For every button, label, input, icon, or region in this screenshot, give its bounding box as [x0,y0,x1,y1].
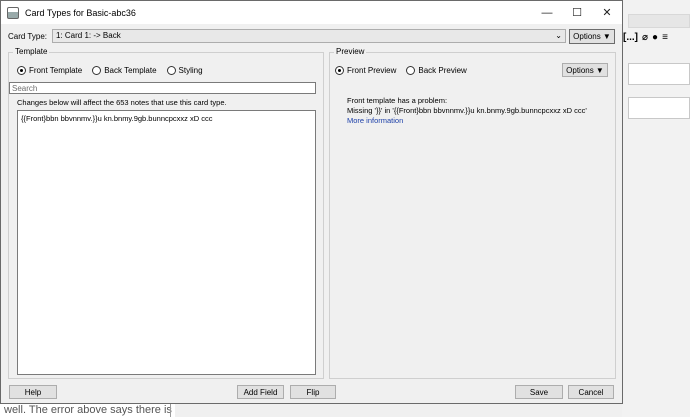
radio-back-template[interactable]: Back Template [92,66,157,75]
preview-options-button[interactable]: Options ▼ [562,63,608,77]
close-button[interactable]: ✕ [592,1,622,24]
save-button[interactable]: Save [515,385,563,399]
background-toolbar: [...] ⌀ ● ≡ [623,32,668,43]
help-button[interactable]: Help [9,385,57,399]
search-input[interactable] [9,82,316,94]
window-controls: — ☐ ✕ [532,1,622,24]
minimize-button[interactable]: — [532,1,562,24]
add-field-button[interactable]: Add Field [237,385,284,399]
background-field-2[interactable] [628,97,690,119]
radio-dot [92,66,102,75]
background-divider [170,404,171,417]
maximize-button[interactable]: ☐ [562,1,592,24]
window-title: Card Types for Basic-abc36 [25,7,136,18]
cancel-button[interactable]: Cancel [568,385,614,399]
preview-group-label: Preview [334,47,367,56]
flip-button[interactable]: Flip [290,385,336,399]
card-type-row: Card Type: 1: Card 1: -> Back ⌄ [8,29,615,45]
background-post-text: well. The error above says there is [0,404,175,417]
template-radio-group: Front Template Back Template Styling [17,66,203,75]
title-bar: Card Types for Basic-abc36 — ☐ ✕ [1,1,622,24]
radio-front-template[interactable]: Front Template [17,66,82,75]
card-type-value: 1: Card 1: -> Back [56,31,121,40]
radio-dot [406,66,416,75]
more-information-link[interactable]: More information [347,116,587,126]
card-type-options-button[interactable]: Options ▼ [569,29,615,44]
radio-dot [166,66,176,75]
radio-front-preview[interactable]: Front Preview [335,66,396,75]
preview-content: Front template has a problem: Missing '}… [347,96,587,126]
radio-label: Front Preview [347,66,397,75]
link-icon[interactable]: ⌀ [642,32,648,43]
radio-dot [17,66,26,75]
radio-label: Front Template [29,66,83,75]
preview-radio-group: Front Preview Back Preview [335,66,467,75]
chevron-down-icon: ⌄ [555,31,562,40]
radio-label: Styling [178,66,203,75]
radio-back-preview[interactable]: Back Preview [406,66,467,75]
template-group-label: Template [13,47,50,56]
card-type-label: Card Type: [8,32,47,41]
card-type-select[interactable]: 1: Card 1: -> Back ⌄ [52,29,566,43]
menu-icon[interactable]: ≡ [662,32,668,43]
radio-dot [335,66,344,75]
background-field-1[interactable] [628,63,690,85]
radio-styling[interactable]: Styling [166,66,203,75]
microphone-icon[interactable]: ● [652,32,658,43]
app-icon [7,6,19,19]
radio-label: Back Preview [418,66,467,75]
affected-notes-info: Changes below will affect the 653 notes … [17,98,227,107]
template-editor[interactable]: {{Front}bbn bbvnnmv.}}u kn.bnmy.9gb.bunn… [17,110,316,375]
problem-title: Front template has a problem: [347,96,448,105]
radio-label: Back Template [104,66,157,75]
problem-detail: Missing '}}' in '{{Front}bbn bbvnnmv.}}u… [347,106,587,115]
background-toolbar-strip [628,14,690,28]
field-braces-icon[interactable]: [...] [623,32,638,43]
